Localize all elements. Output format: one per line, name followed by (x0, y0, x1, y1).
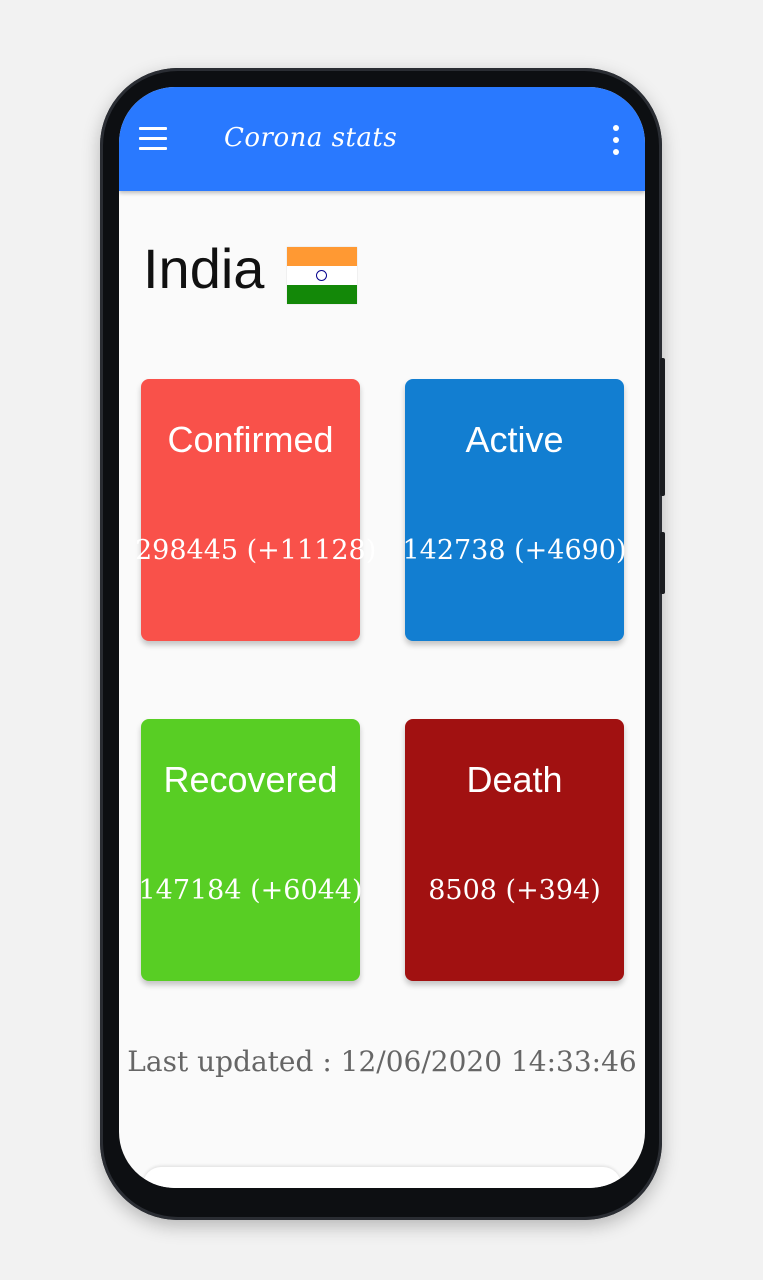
confirmed-card[interactable]: Confirmed 298445 (+11128) (135, 379, 376, 641)
hamburger-menu-icon[interactable] (139, 127, 167, 151)
flag-saffron-band (287, 247, 357, 266)
recovered-label: Recovered (163, 759, 338, 800)
volume-button (660, 532, 665, 594)
app-screen: Corona stats India Confirmed 298445 (+11… (119, 87, 645, 1188)
app-toolbar: Corona stats (119, 87, 645, 191)
more-vertical-icon[interactable] (613, 125, 619, 155)
flag-green-band (287, 285, 357, 304)
app-title: Corona stats (224, 123, 398, 153)
bottom-sheet-edge (143, 1167, 621, 1188)
death-label: Death (466, 759, 563, 800)
active-card[interactable]: Active 142738 (+4690) (402, 379, 627, 641)
death-card[interactable]: Death 8508 (+394) (405, 719, 624, 981)
last-updated-text: Last updated : 12/06/2020 14:33:46 (127, 1045, 637, 1078)
active-label: Active (465, 419, 564, 460)
confirmed-label: Confirmed (167, 419, 334, 460)
confirmed-value: 298445 (+11128) (135, 535, 377, 566)
recovered-card[interactable]: Recovered 147184 (+6044) (138, 719, 363, 981)
country-name: India (143, 237, 265, 300)
ashoka-chakra-icon (316, 270, 327, 281)
active-value: 142738 (+4690) (402, 535, 627, 566)
death-value: 8508 (+394) (428, 875, 601, 906)
power-button (660, 358, 665, 496)
india-flag-icon (287, 247, 357, 304)
recovered-value: 147184 (+6044) (138, 875, 363, 906)
device-mockup: Corona stats India Confirmed 298445 (+11… (0, 0, 763, 1280)
